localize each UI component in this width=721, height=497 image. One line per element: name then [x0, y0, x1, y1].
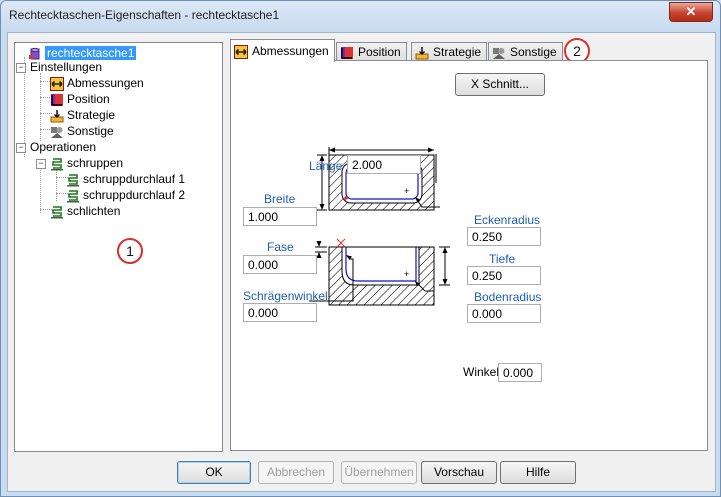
tree-item-operations[interactable]: Operationen [30, 139, 96, 155]
other-settings-icon [51, 126, 63, 138]
feature-tree[interactable]: rechtecktasche1 − Einstellungen Abmessun… [14, 42, 223, 452]
position-icon [51, 93, 63, 106]
tab-label-dimensions: Abmessungen [252, 44, 329, 58]
tree-line [56, 169, 57, 201]
toolpath-icon [51, 158, 63, 171]
depth-label: Tiefe [489, 252, 516, 266]
angle-label: Winkel [463, 365, 500, 379]
properties-tab-area: Abmessungen Position Strategie Sonstige … [230, 38, 708, 451]
length-input[interactable]: 2.000 [347, 155, 421, 174]
tree-label-strategy: Strategie [67, 108, 116, 122]
dimensions-panel: X Schnitt... + + Länge 2.000 Breite 1.00… [230, 60, 708, 451]
section-x-button[interactable]: X Schnitt... [455, 73, 545, 96]
tree-label-settings: Einstellungen [30, 60, 103, 74]
tree-item-strategy[interactable]: Strategie [50, 107, 115, 123]
width-input[interactable]: 1.000 [243, 207, 317, 226]
tab-label-other: Sonstige [510, 45, 557, 59]
corner-radius-label: Eckenradius [474, 213, 541, 227]
tree-label-position: Position [67, 92, 110, 106]
collapse-roughing-icon[interactable]: − [36, 159, 46, 169]
tree-label-roughing-pass-2: schruppdurchlauf 2 [83, 188, 186, 202]
collapse-settings-icon[interactable]: − [16, 63, 26, 73]
tree-item-finishing[interactable]: schlichten [50, 203, 120, 219]
tree-item-roughing[interactable]: schruppen [50, 155, 123, 171]
tree-label-roughing-pass-1: schruppdurchlauf 1 [83, 172, 186, 186]
depth-input[interactable]: 0.250 [467, 266, 541, 285]
callout-marker-1: 1 [117, 238, 143, 264]
strategy-icon [415, 46, 429, 60]
chamfer-input[interactable]: 0.000 [243, 255, 317, 274]
tab-other[interactable]: Sonstige [488, 42, 563, 61]
tab-dimensions[interactable]: Abmessungen [230, 39, 335, 62]
angle-input[interactable]: 0.000 [498, 363, 542, 382]
tab-position[interactable]: Position [336, 42, 407, 61]
bottom-radius-label: Bodenradius [474, 290, 542, 304]
tree-item-roughing-pass-2[interactable]: schruppdurchlauf 2 [66, 187, 185, 203]
dimensions-icon [234, 44, 248, 59]
dialog-client: rechtecktasche1 − Einstellungen Abmessun… [7, 32, 716, 492]
taper-angle-input[interactable]: 0.000 [243, 303, 317, 322]
tree-label-dimensions: Abmessungen [67, 76, 144, 90]
tree-item-roughing-pass-1[interactable]: schruppdurchlauf 1 [66, 171, 185, 187]
svg-text:+: + [404, 186, 409, 196]
tree-label-operations: Operationen [30, 140, 97, 154]
title-bar[interactable]: Rechtecktaschen-Eigenschaften - rechteck… [1, 1, 720, 31]
ok-button[interactable]: OK [177, 461, 251, 484]
tree-item-dimensions[interactable]: Abmessungen [50, 75, 144, 91]
tab-label-position: Position [358, 45, 401, 59]
help-button[interactable]: Hilfe [500, 461, 576, 484]
collapse-operations-icon[interactable]: − [16, 143, 26, 153]
tree-item-position[interactable]: Position [50, 91, 110, 107]
dimensions-icon [50, 76, 64, 91]
position-icon [341, 46, 353, 59]
tree-label-finishing: schlichten [67, 204, 121, 218]
toolpath-icon [51, 206, 63, 219]
length-label: Länge [309, 159, 343, 173]
tree-line [40, 73, 41, 141]
svg-text:+: + [404, 269, 409, 279]
tree-item-other[interactable]: Sonstige [50, 123, 114, 139]
taper-angle-label: Schrägenwinkel [243, 289, 328, 303]
toolpath-icon [67, 174, 79, 187]
toolpath-icon [67, 190, 79, 203]
tree-label-roughing: schruppen [67, 156, 124, 170]
preview-button[interactable]: Vorschau [421, 461, 497, 484]
dialog-window: Rechtecktaschen-Eigenschaften - rechteck… [0, 0, 721, 497]
other-settings-icon [493, 47, 505, 59]
strategy-icon [50, 109, 64, 123]
tree-item-settings[interactable]: Einstellungen [30, 59, 102, 75]
chamfer-label: Fase [267, 240, 294, 254]
corner-radius-input[interactable]: 0.250 [467, 227, 541, 246]
close-icon: ✕ [685, 4, 697, 19]
tree-label-root: rechtecktasche1 [45, 46, 137, 60]
bottom-radius-input[interactable]: 0.000 [467, 304, 541, 323]
close-button[interactable]: ✕ [669, 2, 713, 22]
tab-label-strategy: Strategie [433, 45, 482, 59]
window-title: Rechtecktaschen-Eigenschaften - rechteck… [9, 8, 280, 22]
cancel-button[interactable]: Abbrechen [258, 461, 334, 484]
width-label: Breite [264, 192, 296, 206]
apply-button[interactable]: Übernehmen [341, 461, 417, 484]
tab-strategy[interactable]: Strategie [411, 42, 488, 61]
tree-label-other: Sonstige [67, 124, 114, 138]
